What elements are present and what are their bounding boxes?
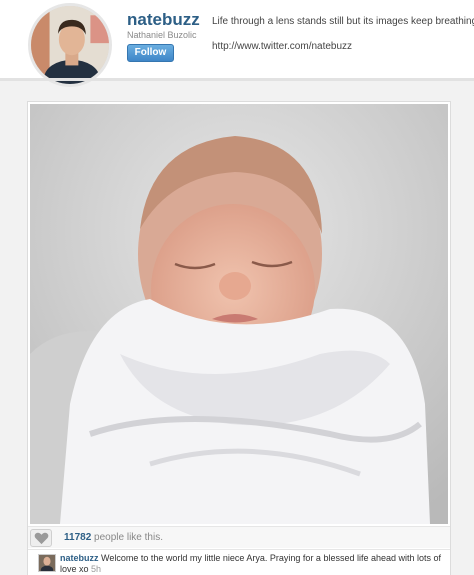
profile-bio: Life through a lens stands still but its… — [212, 16, 474, 27]
comment-message: Welcome to the world my little niece Ary… — [60, 553, 442, 574]
profile-full-name: Nathaniel Buzolic — [127, 30, 197, 40]
comment-avatar-image — [39, 555, 55, 571]
header-divider — [0, 78, 474, 81]
profile-avatar[interactable] — [28, 3, 112, 87]
likes-summary: 11782 people like this. — [64, 532, 163, 543]
profile-username[interactable]: natebuzz — [127, 10, 200, 30]
post-photo[interactable] — [30, 104, 448, 524]
likes-count[interactable]: 11782 — [64, 532, 91, 543]
likes-bar: 11782 people like this. — [28, 526, 450, 548]
comment-username[interactable]: natebuzz — [60, 553, 99, 563]
comment-avatar[interactable] — [38, 554, 56, 572]
follow-button[interactable]: Follow — [127, 44, 174, 62]
baby-photo-image — [30, 104, 448, 524]
profile-website-link[interactable]: http://www.twitter.com/natebuzz — [212, 41, 352, 52]
profile-header: natebuzz Nathaniel Buzolic Follow Life t… — [0, 0, 474, 87]
comment-body: natebuzz Welcome to the world my little … — [60, 553, 448, 575]
likes-suffix: people like this. — [91, 532, 163, 543]
heart-icon — [34, 532, 49, 545]
profile-photo — [31, 6, 109, 84]
comment-timestamp: 5h — [91, 564, 102, 574]
like-button[interactable] — [30, 529, 52, 547]
comment-row: natebuzz Welcome to the world my little … — [28, 549, 450, 575]
post-card: 11782 people like this. natebuzz Welcome… — [27, 101, 451, 575]
